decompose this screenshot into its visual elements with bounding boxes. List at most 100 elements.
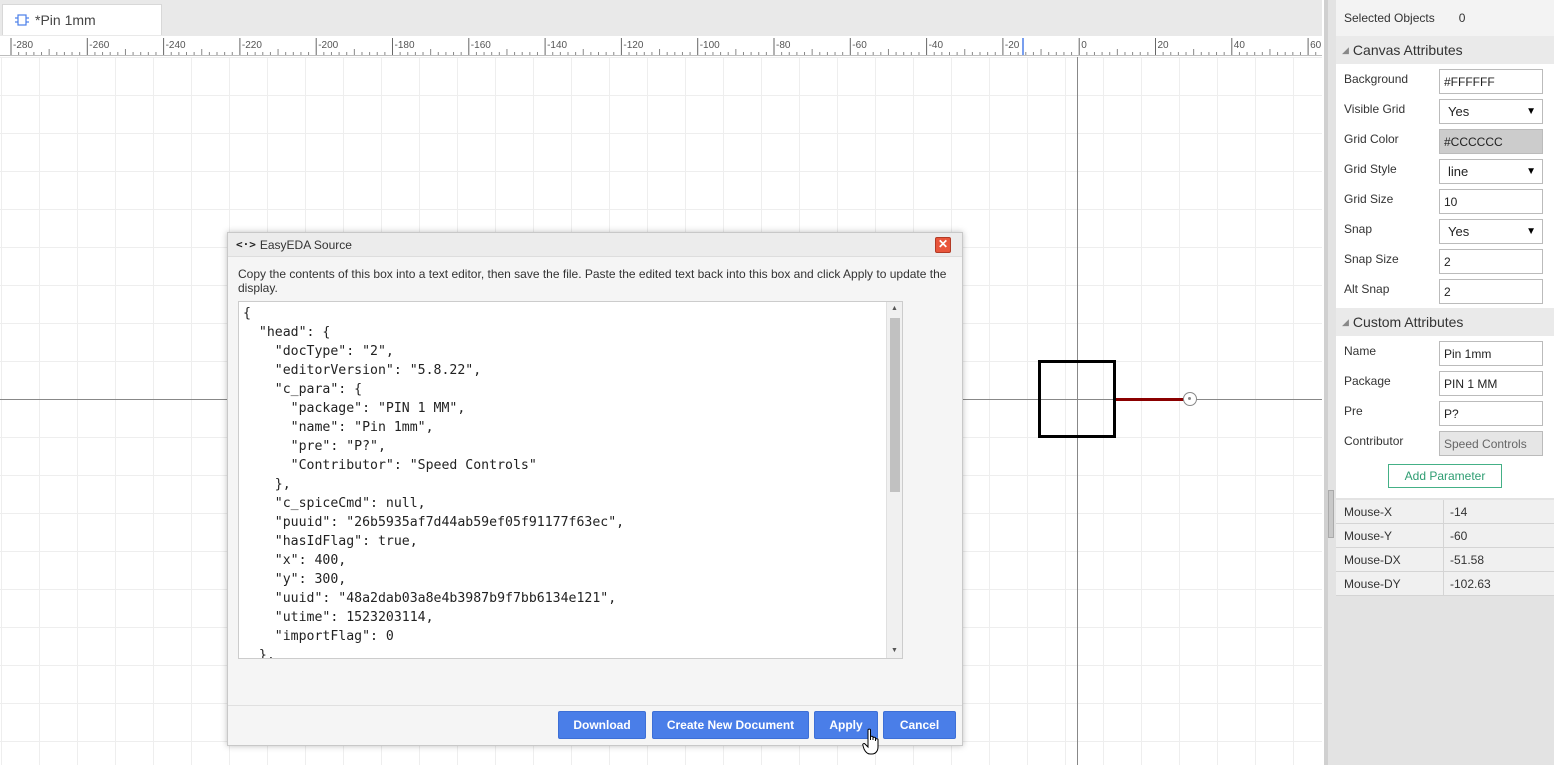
cancel-button[interactable]: Cancel [883,711,956,739]
scroll-up-icon[interactable]: ▲ [887,302,902,316]
mouse-label: Mouse-Y [1336,524,1444,547]
attr-label: Contributor [1344,434,1404,448]
chevron-down-icon: ▼ [1526,166,1536,177]
attr-visible-grid: Visible Grid Yes ▼ [1336,96,1554,126]
close-icon[interactable]: ✕ [935,237,951,253]
attr-snap-size: Snap Size 2 [1336,246,1554,276]
mouse-row: Mouse-Y -60 [1336,524,1554,548]
ruler-label: -40 [929,40,944,51]
code-icon: <·> [236,238,256,251]
easyeda-editor: *Pin 1mm -280 -260 -240 -220 -20 0 -180 -160 -14… [0,0,1554,765]
ruler-label: 0 [1081,40,1087,51]
selected-objects-value: 0 [1458,11,1466,25]
mouse-label: Mouse-DX [1336,548,1444,571]
source-scrollbar[interactable]: ▲ ▼ [886,302,902,658]
collapse-triangle-icon: ◢ [1342,44,1349,55]
dialog-footer: Download Create New Document Apply Cance… [228,705,962,745]
chevron-down-icon: ▼ [1526,106,1536,117]
ruler-label: -60 [852,40,867,51]
grid-size-input[interactable]: 10 [1439,189,1543,214]
pre-input[interactable]: P? [1439,401,1543,426]
select-value: Yes [1448,224,1470,239]
package-input[interactable]: PIN 1 MM [1439,371,1543,396]
custom-attributes-title: Custom Attributes [1352,314,1464,330]
snap-size-input[interactable]: 2 [1439,249,1543,274]
ruler-label: -220 [242,40,262,51]
ruler-label: -160 [471,40,491,51]
attr-grid-size: Grid Size 10 [1336,186,1554,216]
visible-grid-select[interactable]: Yes ▼ [1439,99,1543,124]
select-value: Yes [1448,104,1470,119]
attr-label: Name [1344,344,1377,358]
dialog-title: EasyEDA Source [259,237,352,252]
ruler-label: -20 [1005,40,1020,51]
attr-label: Snap Size [1344,252,1399,266]
download-button[interactable]: Download [558,711,646,739]
pin-endpoint[interactable] [1183,392,1197,406]
attr-snap: Snap Yes ▼ [1336,216,1554,246]
source-textarea[interactable]: { "head": { "docType": "2", "editorVersi… [238,301,903,659]
chevron-down-icon: ▼ [1526,226,1536,237]
attr-label: Grid Color [1344,132,1399,146]
mouse-row: Mouse-X -14 [1336,500,1554,524]
ruler-label: -180 [395,40,415,51]
attr-background: Background #FFFFFF [1336,66,1554,96]
attr-label: Background [1344,72,1409,86]
add-parameter-button[interactable]: Add Parameter [1388,464,1502,488]
ruler-label: 20 [1158,40,1170,51]
mouse-value: -102.63 [1450,577,1491,591]
properties-panel: Selected Objects 0 ◢ Canvas Attributes B… [1324,0,1554,765]
mouse-value: -51.58 [1450,553,1485,567]
create-new-document-button[interactable]: Create New Document [652,711,809,739]
mouse-value: -14 [1450,505,1468,519]
snap-select[interactable]: Yes ▼ [1439,219,1543,244]
grid-style-select[interactable]: line ▼ [1439,159,1543,184]
attr-label: Grid Size [1344,192,1394,206]
alt-snap-input[interactable]: 2 [1439,279,1543,304]
custom-attributes-header[interactable]: ◢ Custom Attributes [1336,308,1554,336]
attr-name: Name Pin 1mm [1336,338,1554,368]
mouse-row: Mouse-DY -102.63 [1336,572,1554,596]
contributor-input: Speed Controls [1439,431,1543,456]
horizontal-ruler: -280 -260 -240 -220 -20 0 -180 -160 -140 -120 -100… [0,36,1322,56]
attr-label: Package [1344,374,1391,388]
mouse-value: -60 [1450,529,1468,543]
schematic-symbol-icon [15,14,29,26]
tab-bar: *Pin 1mm [0,0,1322,36]
panel-collapse-handle[interactable] [1328,490,1334,538]
selected-objects-row: Selected Objects 0 [1336,0,1554,36]
collapse-triangle-icon: ◢ [1342,316,1349,327]
canvas-attributes-header[interactable]: ◢ Canvas Attributes [1336,36,1554,64]
ruler-label: -240 [166,40,186,51]
attr-label: Snap [1344,222,1373,236]
name-input[interactable]: Pin 1mm [1439,341,1543,366]
tab-pin-1mm[interactable]: *Pin 1mm [2,4,162,35]
easyeda-source-dialog: <·> EasyEDA Source ✕ Copy the contents o… [227,232,963,746]
ruler-label: -100 [700,40,720,51]
canvas-attributes-title: Canvas Attributes [1352,42,1463,58]
attr-package: Package PIN 1 MM [1336,368,1554,398]
attr-label: Pre [1344,404,1363,418]
ruler-label: 40 [1234,40,1246,51]
pin-symbol-body[interactable] [1038,360,1116,438]
background-color-input[interactable]: #FFFFFF [1439,69,1543,94]
ruler-label: 60 [1310,40,1322,51]
ruler-label: -120 [623,40,643,51]
custom-attributes-body: Name Pin 1mm Package PIN 1 MM Pre P? Con… [1336,336,1554,498]
scroll-down-icon[interactable]: ▼ [887,644,902,658]
scroll-thumb[interactable] [890,318,900,492]
pin-line[interactable] [1116,398,1184,401]
ruler-label: -280 [13,40,33,51]
canvas-attributes-body: Background #FFFFFF Visible Grid Yes ▼ Gr… [1336,64,1554,308]
attr-grid-color: Grid Color #CCCCCC [1336,126,1554,156]
ruler-label: -140 [547,40,567,51]
mouse-coordinates-table: Mouse-X -14 Mouse-Y -60 Mouse-DX -51.58 Mou… [1336,500,1554,596]
selected-objects-label: Selected Objects [1344,11,1435,25]
source-text[interactable]: { "head": { "docType": "2", "editorVersi… [243,304,624,658]
ruler-label: -260 [89,40,109,51]
attr-grid-style: Grid Style line ▼ [1336,156,1554,186]
grid-color-input[interactable]: #CCCCCC [1439,129,1543,154]
dialog-title-bar[interactable]: <·> EasyEDA Source [228,233,962,257]
hand-cursor-icon [862,728,879,755]
attr-alt-snap: Alt Snap 2 [1336,276,1554,306]
